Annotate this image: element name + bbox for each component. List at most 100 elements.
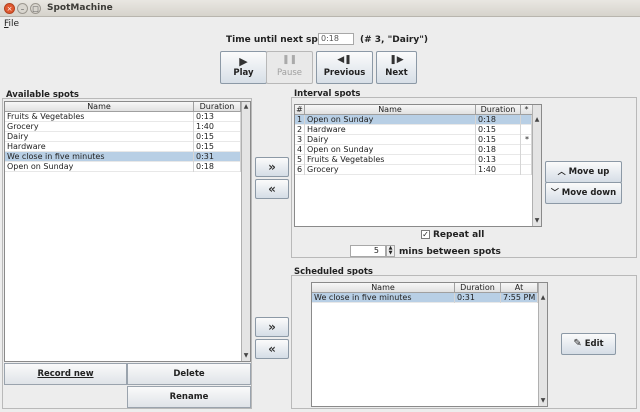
column-header-duration[interactable]: Duration [194, 102, 241, 112]
table-row[interactable]: 1 Open on Sunday 0:18 [295, 115, 532, 125]
add-to-interval-button[interactable]: » [255, 157, 289, 177]
move-down-label: Move down [561, 188, 617, 198]
scroll-up-icon[interactable]: ▲ [533, 116, 541, 124]
edit-button[interactable]: ✎ Edit [561, 333, 616, 355]
table-row[interactable]: Open on Sunday 0:18 [5, 162, 241, 172]
window-minimize-button[interactable]: – [17, 3, 28, 14]
table-row[interactable]: Grocery 1:40 [5, 122, 241, 132]
table-row[interactable]: Dairy 0:15 [5, 132, 241, 142]
cell-duration: 0:31 [194, 152, 241, 162]
cell-name: Hardware [5, 142, 194, 152]
spinner-down-icon[interactable]: ▼ [387, 251, 394, 256]
cell-duration: 1:40 [194, 122, 241, 132]
mins-between-input[interactable]: 5 [350, 245, 386, 257]
pause-button[interactable]: ❚❚ Pause [266, 51, 313, 84]
previous-button[interactable]: ◀❚ Previous [316, 51, 373, 84]
cell-marker [521, 155, 532, 165]
column-header-name[interactable]: Name [312, 283, 455, 293]
move-up-label: Move up [568, 167, 610, 177]
table-row[interactable]: 5 Fruits & Vegetables 0:13 [295, 155, 532, 165]
column-header-number[interactable]: # [295, 105, 305, 115]
move-up-button[interactable]: ︿ Move up [545, 161, 622, 183]
scroll-up-icon[interactable]: ▲ [539, 294, 547, 302]
column-header-name[interactable]: Name [5, 102, 194, 112]
window-maximize-button[interactable]: □ [30, 3, 41, 14]
table-row[interactable]: 4 Open on Sunday 0:18 [295, 145, 532, 155]
scroll-up-icon[interactable]: ▲ [242, 103, 250, 111]
cell-duration: 0:18 [194, 162, 241, 172]
cell-marker [521, 125, 532, 135]
interval-table-header: # Name Duration * [295, 105, 532, 115]
next-button[interactable]: ❚▶ Next [376, 51, 417, 84]
cell-marker [521, 145, 532, 155]
remove-from-schedule-button[interactable]: « [255, 339, 289, 359]
previous-label: Previous [323, 68, 366, 78]
cell-name: Fruits & Vegetables [305, 155, 476, 165]
next-label: Next [385, 68, 408, 78]
cell-duration: 0:15 [194, 142, 241, 152]
cell-duration: 0:15 [194, 132, 241, 142]
edit-label: Edit [584, 339, 604, 349]
next-icon: ❚▶ [389, 55, 404, 65]
table-row[interactable]: 3 Dairy 0:15 * [295, 135, 532, 145]
scroll-down-icon[interactable]: ▼ [242, 352, 250, 360]
cell-name: Open on Sunday [305, 115, 476, 125]
cell-number: 6 [295, 165, 305, 175]
cell-marker [521, 165, 532, 175]
column-header-duration[interactable]: Duration [455, 283, 501, 293]
table-row[interactable]: Fruits & Vegetables 0:13 [5, 112, 241, 122]
cell-number: 5 [295, 155, 305, 165]
cell-marker [521, 115, 532, 125]
interval-spots-table[interactable]: # Name Duration * 1 Open on Sunday 0:18 2 Ha… [294, 104, 542, 227]
window-close-button[interactable]: × [4, 3, 15, 14]
delete-button[interactable]: Delete [127, 363, 251, 385]
scroll-down-icon[interactable]: ▼ [539, 397, 547, 405]
cell-duration: 0:13 [476, 155, 521, 165]
column-header-duration[interactable]: Duration [476, 105, 521, 115]
add-to-schedule-button[interactable]: » [255, 317, 289, 337]
menu-bar: File [0, 17, 640, 31]
cell-name: Grocery [305, 165, 476, 175]
table-row[interactable]: Hardware 0:15 [5, 142, 241, 152]
cell-marker: * [521, 135, 532, 145]
record-new-label: Record new [37, 369, 94, 379]
scroll-down-icon[interactable]: ▼ [533, 217, 541, 225]
cell-number: 2 [295, 125, 305, 135]
cell-number: 3 [295, 135, 305, 145]
column-header-name[interactable]: Name [305, 105, 476, 115]
cell-name: Dairy [305, 135, 476, 145]
available-scrollbar[interactable]: ▲ ▼ [241, 102, 250, 361]
scheduled-table-header: Name Duration At [312, 283, 538, 293]
cell-name: Grocery [5, 122, 194, 132]
repeat-all-checkbox[interactable]: ✓ [421, 230, 430, 239]
available-spots-table[interactable]: Name Duration Fruits & Vegetables 0:13 Gro… [4, 101, 251, 362]
scheduled-spots-table[interactable]: Name Duration At We close in five minute… [311, 282, 548, 407]
table-row[interactable]: We close in five minutes 0:31 7:55 PM [312, 293, 538, 303]
play-label: Play [233, 68, 254, 78]
scheduled-scrollbar[interactable]: ▲ ▼ [538, 283, 547, 406]
available-table-header: Name Duration [5, 102, 241, 112]
record-new-button[interactable]: Record new [4, 363, 127, 385]
column-header-marker[interactable]: * [521, 105, 532, 115]
cell-duration: 0:15 [476, 125, 521, 135]
cell-duration: 0:18 [476, 115, 521, 125]
countdown-info: (# 3, "Dairy") [360, 35, 429, 45]
title-bar: × – □ SpotMachine [0, 0, 640, 17]
cell-name: Open on Sunday [5, 162, 194, 172]
cell-name: Dairy [5, 132, 194, 142]
move-down-button[interactable]: ﹀ Move down [545, 182, 622, 204]
play-button[interactable]: ▶ Play [220, 51, 267, 84]
mins-spinner[interactable]: ▲ ▼ [386, 245, 395, 257]
remove-from-interval-button[interactable]: « [255, 179, 289, 199]
table-row[interactable]: 2 Hardware 0:15 [295, 125, 532, 135]
repeat-all-label: Repeat all [433, 230, 485, 240]
edit-pencil-icon: ✎ [573, 338, 582, 349]
table-row[interactable]: We close in five minutes 0:31 [5, 152, 241, 162]
menu-file[interactable]: File [4, 19, 19, 29]
table-row[interactable]: 6 Grocery 1:40 [295, 165, 532, 175]
interval-scrollbar[interactable]: ▲ ▼ [532, 105, 541, 226]
chevron-down-icon: ﹀ [550, 188, 559, 197]
countdown-label: Time until next spot: [226, 35, 332, 45]
column-header-at[interactable]: At [501, 283, 538, 293]
rename-button[interactable]: Rename [127, 386, 251, 408]
